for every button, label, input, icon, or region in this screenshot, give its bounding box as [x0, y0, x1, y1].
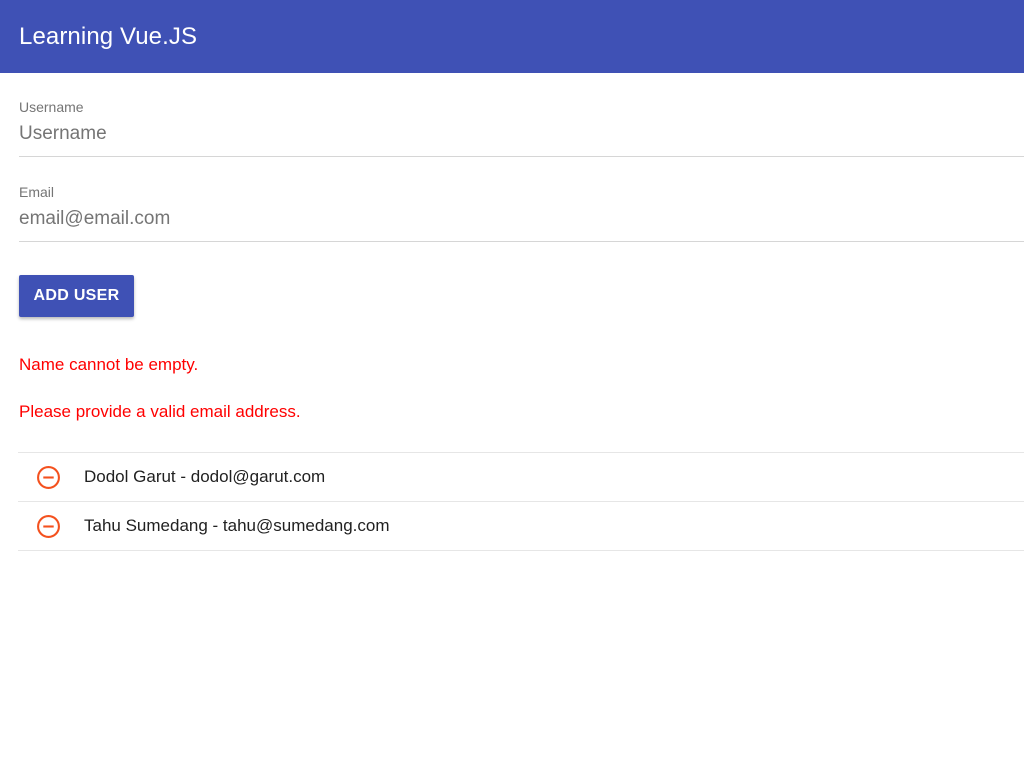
user-item-label: Tahu Sumedang - tahu@sumedang.com — [84, 516, 390, 535]
remove-circle-icon[interactable] — [36, 465, 61, 490]
add-user-button[interactable]: ADD USER — [19, 275, 134, 317]
remove-circle-icon[interactable] — [36, 514, 61, 539]
email-error-message: Please provide a valid email address. — [19, 402, 301, 421]
main-content: Username Email ADD USER Name cannot be e… — [0, 73, 1024, 768]
app-title: Learning Vue.JS — [19, 22, 198, 50]
user-item-label: Dodol Garut - dodol@garut.com — [84, 467, 326, 486]
email-input[interactable] — [19, 206, 1024, 232]
app-toolbar: Learning Vue.JS — [0, 0, 1024, 73]
username-label: Username — [19, 99, 84, 115]
username-input[interactable] — [19, 121, 1024, 147]
email-field: Email — [19, 184, 1024, 242]
email-label: Email — [19, 184, 55, 200]
user-list: Dodol Garut - dodol@garut.com Tahu Sumed… — [18, 452, 1024, 551]
username-field: Username — [19, 99, 1024, 157]
list-item: Dodol Garut - dodol@garut.com — [18, 453, 1024, 502]
name-error-message: Name cannot be empty. — [19, 355, 199, 374]
list-item: Tahu Sumedang - tahu@sumedang.com — [18, 502, 1024, 551]
